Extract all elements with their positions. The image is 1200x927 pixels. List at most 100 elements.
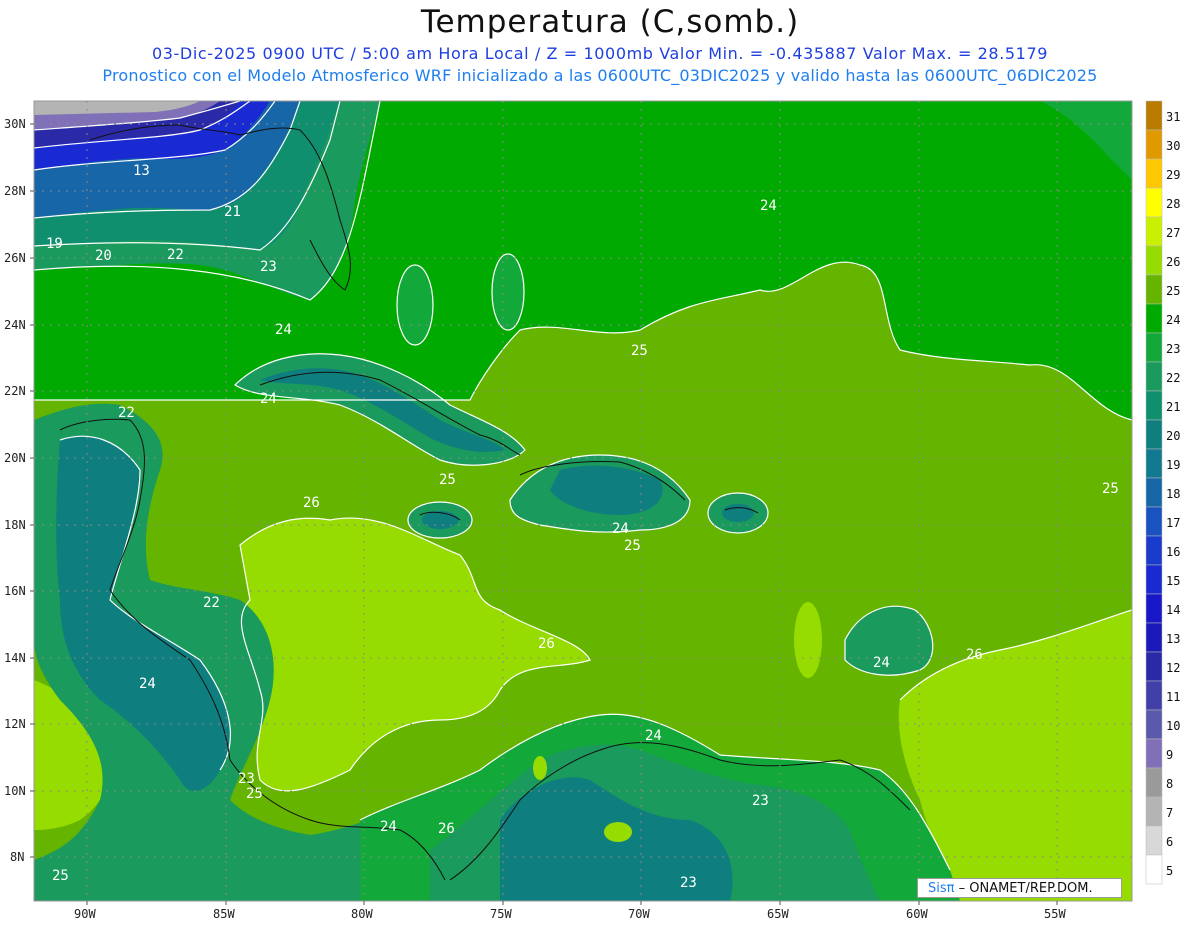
lat-label: 26N [4,251,26,265]
colorbar-label: 12 [1166,661,1180,675]
colorbar-swatch [1145,593,1163,624]
contour-label: 23 [260,259,277,275]
contour-label: 25 [439,472,456,488]
colorbar-swatch [1145,419,1163,450]
contour-label: 23 [752,793,769,809]
colorbar-label: 9 [1166,748,1173,762]
lon-label: 70W [628,907,650,921]
lat-label: 28N [4,184,26,198]
lon-label: 90W [74,907,96,921]
contour-label: 26 [438,821,455,837]
contour-label: 24 [645,728,662,744]
colorbar-swatch [1145,216,1163,247]
contour-label: 22 [203,595,220,611]
colorbar-swatch [1145,477,1163,508]
colorbar-swatch [1145,332,1163,363]
contour-label: 21 [224,204,241,220]
latitude-axis: 30N 28N 26N 24N 22N 20N 18N 16N 14N 12N … [4,117,34,864]
colorbar-swatch [1145,187,1163,218]
contour-label: 24 [380,819,397,835]
lon-label: 60W [906,907,928,921]
temperature-field: 13 19 20 21 22 23 24 24 25 24 22 25 26 2… [34,101,1132,901]
lon-label: 85W [213,907,235,921]
lat-label: 14N [4,651,26,665]
contour-label: 26 [966,647,983,663]
colorbar-label: 19 [1166,458,1180,472]
colorbar-label: 20 [1166,429,1180,443]
lat-label: 20N [4,451,26,465]
contour-label: 26 [303,495,320,511]
colorbar-label: 23 [1166,342,1180,356]
colorbar-label: 5 [1166,864,1173,878]
colorbar-label: 24 [1166,313,1180,327]
colorbar-label: 6 [1166,835,1173,849]
colorbar-swatch [1145,158,1163,189]
contour-label: 25 [246,786,263,802]
lat-label: 18N [4,518,26,532]
contour-label: 26 [538,636,555,652]
lon-label: 75W [490,907,512,921]
colorbar-swatch [1145,535,1163,566]
colorbar-swatch [1145,564,1163,595]
colorbar-swatch [1145,651,1163,682]
contour-label: 24 [260,391,277,407]
lon-label: 55W [1044,907,1066,921]
colorbar-label: 31 [1166,110,1180,124]
colorbar-label: 17 [1166,516,1180,530]
colorbar-swatch [1145,303,1163,334]
colorbar-label: 25 [1166,284,1180,298]
lat-label: 12N [4,717,26,731]
contour-label: 13 [133,163,150,179]
colorbar-swatch [1145,129,1163,160]
lat-label: 22N [4,384,26,398]
colorbar-swatch [1145,709,1163,740]
colorbar-swatch [1145,274,1163,305]
colorbar-swatch [1145,245,1163,276]
colorbar-swatch [1145,738,1163,769]
colorbar-label: 30 [1166,139,1180,153]
contour-label: 20 [95,248,112,264]
contour-label: 22 [167,247,184,263]
longitude-axis: 90W 85W 80W 75W 70W 65W 60W 55W [74,901,1066,921]
colorbar-swatch [1145,448,1163,479]
lat-label: 10N [4,784,26,798]
colorbar-swatch [1145,854,1163,885]
colorbar-swatch [1145,361,1163,392]
lat-label: 30N [4,117,26,131]
colorbar-label: 21 [1166,400,1180,414]
colorbar-label: 14 [1166,603,1180,617]
contour-label: 19 [46,236,63,252]
credit-text: – ONAMET/REP.DOM. [954,881,1093,896]
sispi-logo-text: Sisπ [928,881,955,896]
colorbar-label: 29 [1166,168,1180,182]
colorbar-label: 7 [1166,806,1173,820]
contour-label: 24 [275,322,292,338]
colorbar-swatch [1145,796,1163,827]
colorbar-swatch [1145,390,1163,421]
contour-label: 24 [139,676,156,692]
colorbar-swatch [1145,622,1163,653]
lon-label: 80W [351,907,373,921]
credit-box: Sisπ – ONAMET/REP.DOM. [917,878,1122,898]
colorbar-label: 27 [1166,226,1180,240]
contour-label: 24 [873,655,890,671]
contour-label: 24 [612,521,629,537]
colorbar-label: 13 [1166,632,1180,646]
colorbar-swatch [1145,825,1163,856]
colorbar-label: 26 [1166,255,1180,269]
colorbar-label: 22 [1166,371,1180,385]
colorbar-swatch [1145,680,1163,711]
contour-label: 23 [680,875,697,891]
contour-label: 25 [52,868,69,884]
colorbar-label: 16 [1166,545,1180,559]
colorbar: 31 30 29 28 27 26 25 24 23 22 21 20 19 18 17 16 15 14 13 12… [1145,100,1180,885]
contour-label: 23 [238,771,255,787]
colorbar-swatch [1145,767,1163,798]
colorbar-label: 11 [1166,690,1180,704]
colorbar-label: 10 [1166,719,1180,733]
temperature-map: 13 19 20 21 22 23 24 24 25 24 22 25 26 2… [4,100,1180,921]
colorbar-label: 18 [1166,487,1180,501]
lat-label: 8N [10,850,24,864]
colorbar-label: 28 [1166,197,1180,211]
contour-label: 24 [760,198,777,214]
